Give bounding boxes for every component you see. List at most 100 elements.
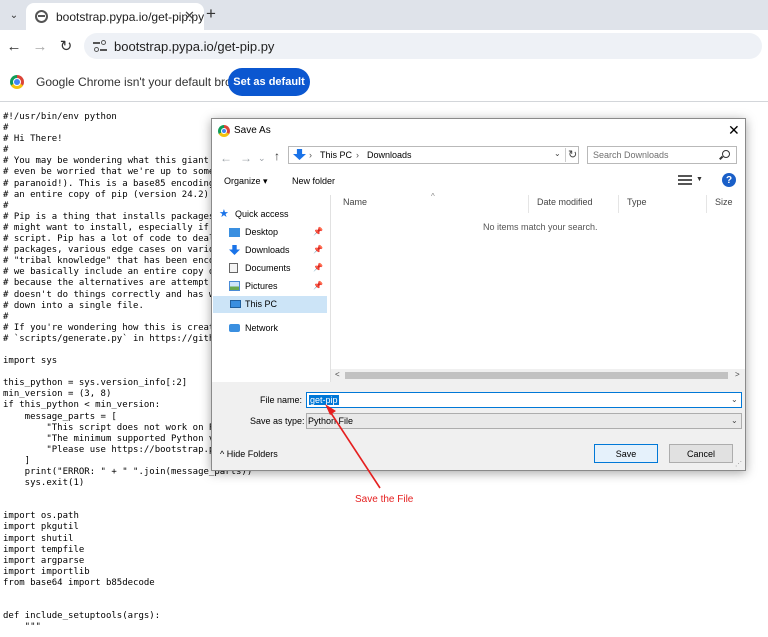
dialog-close-icon[interactable]: ✕ — [728, 122, 740, 139]
column-divider[interactable] — [618, 195, 619, 213]
nav-item-label: Documents — [245, 263, 291, 273]
recent-locations-icon[interactable]: ⌄ — [258, 153, 266, 164]
code-line: import os.path — [3, 511, 79, 522]
forward-icon[interactable]: → — [30, 36, 50, 56]
code-line: sys.exit(1) — [3, 478, 85, 489]
resize-grip-icon[interactable]: ⋰ — [735, 460, 742, 468]
documents-icon — [229, 263, 238, 273]
chevron-down-icon[interactable]: ▼ — [696, 176, 703, 183]
pin-icon: 📌 — [313, 227, 323, 236]
chevron-down-icon: ⌄ — [9, 9, 19, 21]
column-date-modified[interactable]: Date modified — [537, 197, 593, 207]
dialog-back-icon[interactable]: ← — [220, 151, 232, 165]
chevron-down-icon[interactable]: ⌄ — [731, 395, 738, 404]
breadcrumb[interactable]: › This PC › Downloads ⌄ — [288, 146, 579, 164]
scroll-left-icon[interactable]: < — [335, 370, 340, 379]
breadcrumb-this-pc[interactable]: This PC — [320, 150, 352, 160]
scroll-right-icon[interactable]: > — [735, 370, 740, 379]
nav-item-pictures[interactable]: Pictures 📌 — [229, 278, 339, 295]
code-line: import importlib — [3, 566, 90, 577]
globe-icon — [35, 10, 48, 23]
address-bar[interactable]: bootstrap.pypa.io/get-pip.py — [84, 33, 762, 59]
pin-icon: 📌 — [313, 281, 323, 290]
nav-item-label: Network — [245, 323, 279, 333]
empty-message: No items match your search. — [483, 222, 598, 232]
code-line: from base64 import b85decode — [3, 577, 155, 588]
computer-icon — [230, 300, 241, 308]
save-button[interactable]: Save — [594, 444, 658, 463]
save-as-type-label: Save as type: — [250, 416, 305, 426]
reload-icon[interactable]: ↻ — [56, 36, 76, 56]
annotation-label: Save the File — [355, 494, 414, 505]
nav-item-label: Desktop — [245, 227, 279, 237]
chevron-down-icon[interactable]: ⌄ — [731, 416, 738, 425]
nav-item-this-pc[interactable]: This PC — [213, 296, 327, 313]
search-icon — [722, 150, 730, 158]
organize-button[interactable]: Organize ▾ — [224, 176, 268, 187]
search-input[interactable]: Search Downloads — [587, 146, 737, 164]
breadcrumb-separator: › — [309, 150, 312, 160]
code-line: """ — [3, 622, 41, 633]
nav-item-documents[interactable]: Documents 📌 — [229, 260, 339, 277]
browser-tab[interactable]: bootstrap.pypa.io/get-pip.py ✕ — [26, 3, 204, 30]
save-as-dialog: Save As ✕ ← → ⌄ ↑ › This PC › Downloads … — [211, 118, 746, 471]
column-divider[interactable] — [706, 195, 707, 213]
cancel-button[interactable]: Cancel — [669, 444, 733, 463]
help-icon[interactable]: ? — [722, 173, 736, 187]
column-size[interactable]: Size — [715, 197, 733, 207]
code-line: import argparse — [3, 555, 85, 566]
code-line: import tempfile — [3, 544, 85, 555]
column-divider[interactable] — [528, 195, 529, 213]
dialog-forward-icon[interactable]: → — [240, 151, 252, 165]
column-name[interactable]: Name — [343, 197, 367, 207]
save-panel: File name: get-pip ⌄ Save as type: Pytho… — [212, 382, 745, 470]
nav-item-desktop[interactable]: Desktop 📌 — [229, 224, 339, 241]
infobar-message: Google Chrome isn't your default browser — [36, 75, 258, 89]
nav-item-network[interactable]: Network — [229, 320, 339, 337]
save-as-type-select[interactable]: Python File ⌄ — [306, 413, 742, 429]
view-options-icon[interactable] — [678, 175, 692, 185]
tab-close-icon[interactable]: ✕ — [184, 8, 195, 24]
save-as-type-value: Python File — [308, 416, 354, 426]
file-name-value: get-pip — [309, 395, 339, 405]
hide-folders-button[interactable]: ^ Hide Folders — [220, 449, 278, 459]
tab-strip: ⌄ bootstrap.pypa.io/get-pip.py ✕ + — [0, 0, 768, 30]
set-as-default-button[interactable]: Set as default — [228, 68, 310, 96]
scrollbar-thumb[interactable] — [345, 372, 728, 379]
network-icon — [229, 324, 240, 332]
navigation-pane: ★ Quick access Desktop 📌 Downloads 📌 Doc… — [213, 195, 327, 383]
search-placeholder: Search Downloads — [593, 150, 669, 160]
chevron-down-icon[interactable]: ⌄ — [554, 149, 561, 158]
breadcrumb-downloads[interactable]: Downloads — [367, 150, 412, 160]
back-icon[interactable]: ← — [4, 36, 24, 56]
nav-item-label: Pictures — [245, 281, 278, 291]
file-name-input[interactable]: get-pip ⌄ — [306, 392, 742, 408]
new-tab-icon[interactable]: + — [206, 4, 216, 24]
tab-title: bootstrap.pypa.io/get-pip.py — [56, 10, 205, 24]
tab-search-button[interactable]: ⌄ — [4, 5, 24, 25]
nav-item-label: Downloads — [245, 245, 290, 255]
screen: ⌄ bootstrap.pypa.io/get-pip.py ✕ + ← → ↻… — [0, 0, 768, 637]
downloads-folder-icon — [229, 245, 240, 255]
default-browser-infobar: Google Chrome isn't your default browser… — [0, 62, 768, 102]
code-line: import shutil — [3, 533, 74, 544]
file-name-label: File name: — [260, 395, 303, 405]
nav-item-label: This PC — [245, 299, 278, 309]
chrome-logo-icon — [218, 125, 230, 137]
column-type[interactable]: Type — [627, 197, 647, 207]
pin-icon: 📌 — [313, 263, 323, 272]
pictures-icon — [229, 281, 240, 291]
nav-item-downloads[interactable]: Downloads 📌 — [229, 242, 339, 259]
new-folder-button[interactable]: New folder — [292, 176, 335, 186]
up-folder-icon[interactable]: ↑ — [274, 149, 280, 163]
nav-item-quick-access[interactable]: ★ Quick access — [219, 206, 329, 223]
horizontal-scrollbar[interactable]: < > — [331, 369, 745, 382]
site-info-icon[interactable] — [93, 39, 107, 53]
refresh-icon[interactable]: ↻ — [565, 148, 579, 162]
file-list: ^ Name Date modified Type Size No items … — [331, 192, 745, 383]
code-line: def include_setuptools(args): — [3, 611, 161, 622]
